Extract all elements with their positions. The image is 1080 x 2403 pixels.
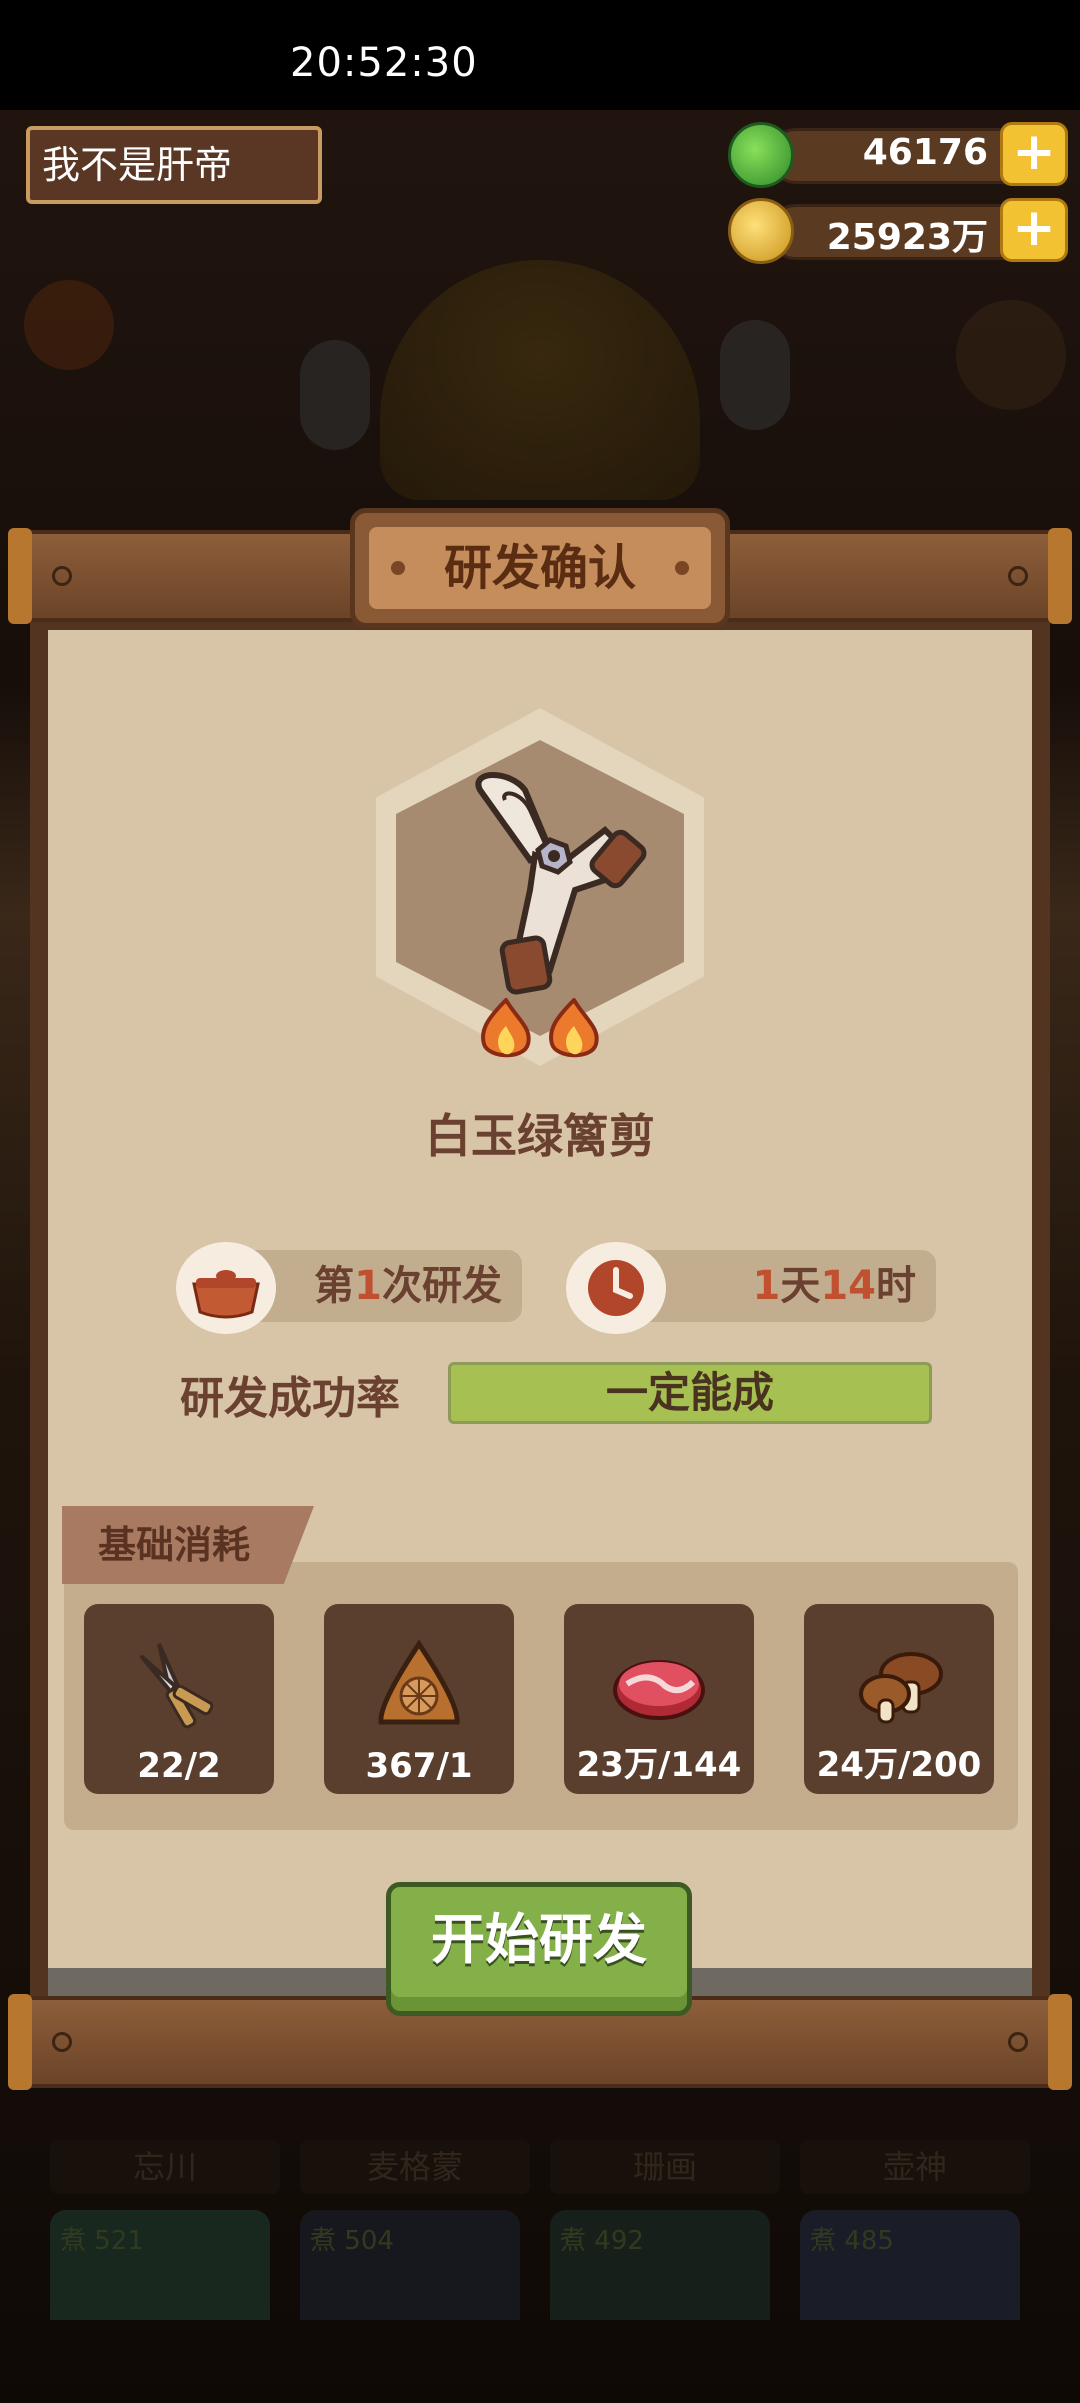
start-research-label: 开始研发 [431, 1908, 647, 1971]
add-coin-button[interactable]: + [1000, 198, 1068, 262]
jade-icon [728, 122, 794, 188]
shears-icon [139, 1643, 214, 1729]
research-count-text: 第1次研发 [314, 1263, 502, 1309]
research-count-pill: 第1次研发 [176, 1242, 522, 1334]
rail-rivet-right [1008, 566, 1028, 586]
dumpling-icon [378, 1639, 460, 1725]
player-name: 我不是肝帝 [26, 126, 322, 204]
rail-cap-left [8, 1994, 32, 2090]
pruning-shears-icon [475, 772, 647, 995]
status-bar: 20:52:30 [0, 0, 1080, 110]
dialog-title-plaque: 研发确认 [350, 508, 730, 628]
duration-text: 1天14时 [752, 1263, 916, 1309]
coin-amount: 25923万 [826, 217, 988, 258]
clock-svg [588, 1260, 644, 1316]
dialog-title: 研发确认 [443, 540, 636, 596]
rail-cap-left [8, 528, 32, 624]
cost-slot-meat[interactable]: 23万/144 [564, 1604, 754, 1794]
success-rate-label: 研发成功率 [180, 1373, 400, 1424]
pot-icon [176, 1242, 276, 1334]
success-rate-bar: 一定能成 [448, 1362, 932, 1424]
rail-rivet-left [52, 2032, 72, 2052]
cost-count: 24万/200 [816, 1745, 982, 1785]
flame-icon [481, 998, 531, 1058]
cost-slot-mushroom[interactable]: 24万/200 [804, 1604, 994, 1794]
rail-cap-right [1048, 528, 1072, 624]
cost-section-tab: 基础消耗 [62, 1506, 314, 1584]
clock-icon [566, 1242, 666, 1334]
cost-section-title: 基础消耗 [98, 1523, 251, 1567]
coin-icon [728, 198, 794, 264]
item-name: 白玉绿篱剪 [425, 1109, 655, 1163]
start-research-button[interactable]: 开始研发 [386, 1882, 692, 2016]
mushroom-icon [859, 1652, 943, 1724]
meat-icon [613, 1660, 705, 1720]
flame-icon [549, 998, 599, 1058]
duration-pill: 1天14时 [566, 1242, 936, 1334]
cost-slot-dumpling[interactable]: 367/1 [324, 1604, 514, 1794]
rail-rivet-left [52, 566, 72, 586]
title-ornament-right [675, 561, 689, 575]
cost-count: 367/1 [365, 1746, 473, 1786]
coin-resource: 25923万 + [728, 198, 1068, 266]
pot-svg [192, 1270, 260, 1319]
rail-rivet-right [1008, 2032, 1028, 2052]
cost-slot-shears[interactable]: 22/2 [84, 1604, 274, 1794]
rail-cap-right [1048, 1994, 1072, 2090]
jade-amount: 46176 [862, 132, 988, 173]
cost-count: 22/2 [137, 1746, 221, 1786]
dialog-title-inner: 研发确认 [369, 527, 711, 609]
status-clock: 20:52:30 [290, 40, 478, 86]
cost-count: 23万/144 [576, 1745, 742, 1785]
jade-resource: 46176 + [728, 122, 1068, 190]
add-jade-button[interactable]: + [1000, 122, 1068, 186]
